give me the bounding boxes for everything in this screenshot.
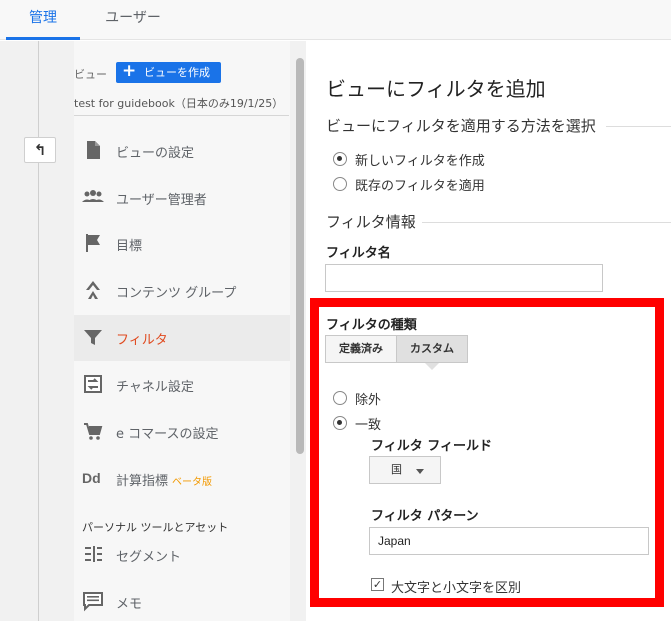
- memo-icon: [83, 592, 103, 612]
- sidebar-item-label: 目標: [116, 239, 143, 254]
- case-sensitive-label: 大文字と小文字を区別: [391, 581, 522, 596]
- filter-name-input[interactable]: [325, 264, 603, 292]
- page-title: ビューにフィルタを追加: [326, 77, 546, 101]
- sidebar-item-label: チャネル設定: [116, 380, 194, 395]
- check-icon: ✓: [372, 578, 383, 591]
- method-divider: [606, 126, 671, 127]
- segment-icon: [85, 546, 102, 562]
- sidebar-item-label: ビューの設定: [116, 146, 195, 161]
- filter-icon: [84, 330, 102, 345]
- info-divider: [422, 222, 671, 223]
- chevron-down-icon: [416, 469, 424, 474]
- sidebar-item-label: e コマースの設定: [116, 427, 219, 442]
- radio-existing-filter-label: 既存のフィルタを適用: [355, 179, 485, 194]
- tab-user[interactable]: ユーザー: [90, 0, 176, 40]
- cart-icon: [84, 423, 103, 440]
- sidebar-item-label: メモ: [116, 597, 143, 612]
- filter-name-label: フィルタ名: [326, 246, 391, 261]
- sidebar-item-ecommerce[interactable]: e コマースの設定: [74, 409, 290, 455]
- view-divider: [74, 115, 289, 116]
- filter-pattern-label: フィルタ パターン: [371, 509, 479, 524]
- radio-new-filter[interactable]: [333, 152, 347, 166]
- sidebar-item-user-management[interactable]: ユーザー管理者: [74, 175, 290, 221]
- filter-info-heading: フィルタ情報: [326, 213, 416, 231]
- sidebar-item-filter[interactable]: フィルタ: [74, 315, 290, 361]
- selected-tab-caret: [425, 363, 439, 370]
- radio-existing-filter[interactable]: [333, 177, 347, 191]
- people-icon: [82, 190, 104, 202]
- sidebar-item-label: フィルタ: [116, 333, 168, 348]
- filter-type-label: フィルタの種類: [326, 318, 417, 333]
- sidebar-item-content-group[interactable]: コンテンツ グループ: [74, 268, 290, 314]
- radio-exclude[interactable]: [333, 391, 347, 405]
- method-heading: ビューにフィルタを適用する方法を選択: [326, 117, 596, 135]
- filter-field-select[interactable]: 国: [369, 456, 441, 484]
- back-button[interactable]: ↰: [24, 137, 56, 163]
- sidebar-item-label: セグメント: [116, 550, 182, 565]
- sidebar-item-label: 計算指標 ベータ版: [116, 474, 213, 489]
- sidebar-item-memo[interactable]: メモ: [74, 579, 290, 621]
- document-icon: [87, 141, 100, 159]
- radio-match[interactable]: [333, 416, 347, 430]
- sidebar-scrollbar[interactable]: [296, 58, 304, 454]
- filter-field-label: フィルタ フィールド: [371, 439, 493, 454]
- sidebar-item-label: コンテンツ グループ: [116, 286, 237, 301]
- filter-pattern-input[interactable]: [369, 527, 649, 555]
- sidebar-item-label: ユーザー管理者: [116, 193, 207, 208]
- radio-new-filter-label: 新しいフィルタを作成: [355, 154, 485, 169]
- beta-badge: ベータ版: [172, 477, 213, 488]
- channel-icon: [84, 375, 102, 393]
- tab-custom[interactable]: カスタム: [396, 335, 468, 363]
- case-sensitive-checkbox[interactable]: ✓: [371, 578, 384, 591]
- radio-match-label: 一致: [355, 418, 382, 433]
- dd-icon: Dd: [82, 470, 101, 486]
- content-group-icon: [86, 281, 100, 299]
- create-view-button[interactable]: + ビューを作成: [116, 61, 221, 83]
- tab-admin[interactable]: 管理: [6, 0, 80, 40]
- view-label: ビュー: [74, 68, 107, 81]
- sidebar-item-goals[interactable]: 目標: [74, 221, 290, 267]
- create-view-label: ビューを作成: [144, 66, 210, 79]
- view-name: test for guidebook（日本のみ19/1/25）: [74, 97, 284, 110]
- sidebar-item-segment[interactable]: セグメント: [74, 532, 290, 578]
- sidebar-item-channel-settings[interactable]: チャネル設定: [74, 362, 290, 408]
- sidebar-item-calculated-metrics[interactable]: Dd 計算指標 ベータ版: [74, 456, 290, 502]
- top-tab-bar: 管理 ユーザー: [0, 0, 671, 40]
- hierarchy-line: [38, 41, 39, 621]
- tab-predefined[interactable]: 定義済み: [325, 335, 397, 363]
- plus-icon: +: [122, 61, 137, 81]
- flag-icon: [86, 234, 100, 252]
- radio-exclude-label: 除外: [355, 393, 382, 408]
- sidebar-item-view-settings[interactable]: ビューの設定: [74, 128, 290, 174]
- filter-field-value: 国: [391, 463, 402, 476]
- svg-text:Dd: Dd: [82, 470, 101, 486]
- back-arrow-icon: ↰: [33, 141, 47, 159]
